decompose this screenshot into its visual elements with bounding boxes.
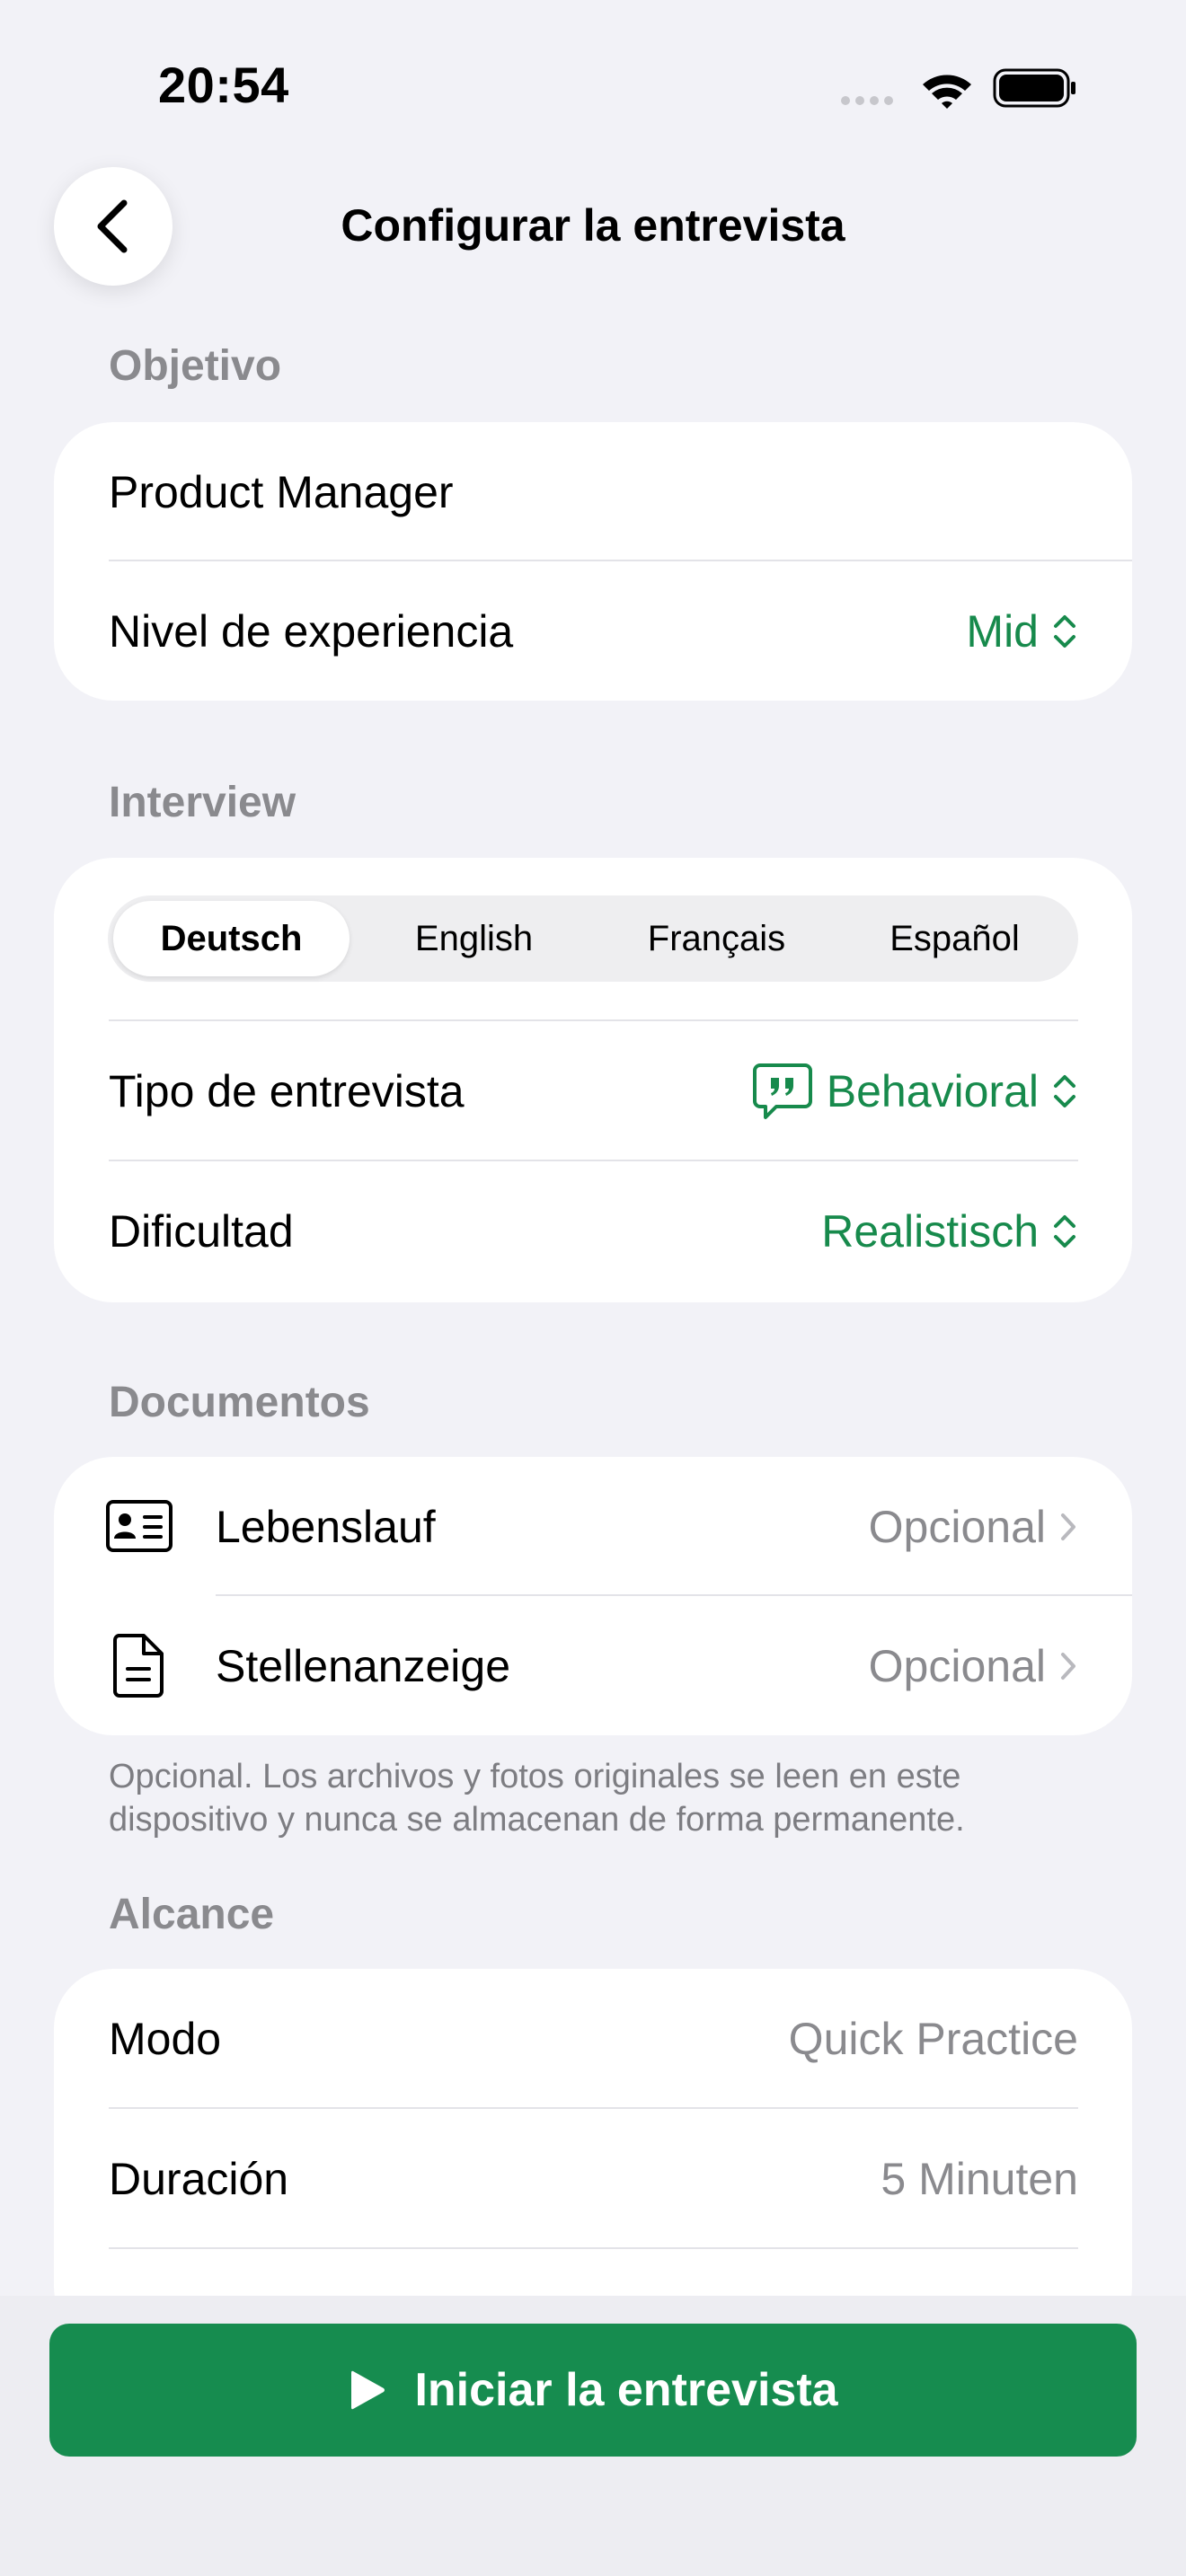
resume-value: Opcional xyxy=(868,1501,1046,1552)
duration-value: 5 Minuten xyxy=(881,2153,1078,2204)
resume-label: Lebenslauf xyxy=(216,1501,436,1552)
interview-card: Deutsch English Français Español Tipo de… xyxy=(54,858,1132,1302)
chevron-up-down-icon xyxy=(1054,614,1075,648)
difficulty-label: Dificultad xyxy=(109,1205,294,1257)
play-icon xyxy=(351,2370,385,2410)
scope-card: Modo Quick Practice Duración 5 Minuten xyxy=(54,1969,1132,2346)
document-row-resume[interactable]: Lebenslauf Opcional xyxy=(54,1457,1132,1596)
status-time: 20:54 xyxy=(158,57,289,113)
interview-type-value: Behavioral xyxy=(826,1065,1039,1116)
id-card-icon xyxy=(105,1499,173,1553)
language-segmented-control: Deutsch English Français Español xyxy=(108,895,1078,982)
start-interview-label: Iniciar la entrevista xyxy=(414,2364,838,2416)
objective-card: Product Manager Nivel de experiencia Mid xyxy=(54,422,1132,701)
job-posting-label: Stellenanzeige xyxy=(216,1640,511,1691)
document-icon xyxy=(111,1633,165,1698)
document-row-job-posting[interactable]: Stellenanzeige Opcional xyxy=(54,1596,1132,1735)
section-header-documents: Documentos xyxy=(109,1379,370,1426)
experience-level-value: Mid xyxy=(966,605,1039,657)
duration-label: Duración xyxy=(109,2153,289,2204)
role-row[interactable]: Product Manager xyxy=(54,422,1132,561)
job-posting-value: Opcional xyxy=(868,1640,1046,1691)
segment-deutsch[interactable]: Deutsch xyxy=(113,901,350,976)
section-header-interview: Interview xyxy=(109,779,296,826)
chevron-up-down-icon xyxy=(1054,1214,1075,1248)
duration-row[interactable]: Duración 5 Minuten xyxy=(54,2109,1132,2248)
difficulty-value: Realistisch xyxy=(821,1205,1039,1257)
start-interview-button[interactable]: Iniciar la entrevista xyxy=(49,2324,1137,2457)
difficulty-row[interactable]: Dificultad Realistisch xyxy=(54,1161,1132,1301)
documents-footnote: Opcional. Los archivos y fotos originale… xyxy=(109,1758,965,1839)
mode-row[interactable]: Modo Quick Practice xyxy=(54,1969,1132,2108)
segment-english[interactable]: English xyxy=(356,901,592,976)
segment-francais[interactable]: Français xyxy=(598,901,835,976)
mode-value: Quick Practice xyxy=(788,2013,1078,2064)
section-header-objective: Objetivo xyxy=(109,342,282,390)
quote-bubble-icon xyxy=(752,1063,812,1119)
mode-label: Modo xyxy=(109,2013,222,2064)
segment-espanol[interactable]: Español xyxy=(836,901,1073,976)
signal-wifi-battery-icon xyxy=(841,68,1075,109)
role-label: Product Manager xyxy=(109,466,454,517)
experience-level-label: Nivel de experiencia xyxy=(109,605,514,657)
interview-type-row[interactable]: Tipo de entrevista Behavioral xyxy=(54,1021,1132,1160)
chevron-right-icon xyxy=(1061,1513,1075,1540)
divider xyxy=(109,2247,1078,2249)
section-header-scope: Alcance xyxy=(109,1891,275,1938)
interview-type-label: Tipo de entrevista xyxy=(109,1065,465,1116)
experience-level-row[interactable]: Nivel de experiencia Mid xyxy=(54,561,1132,701)
status-icons xyxy=(840,66,1078,111)
documents-card: Lebenslauf Opcional Stellenanzeige Opcio… xyxy=(54,1457,1132,1735)
chevron-up-down-icon xyxy=(1054,1074,1075,1107)
page-title: Configurar la entrevista xyxy=(341,200,845,251)
chevron-right-icon xyxy=(1061,1652,1075,1680)
